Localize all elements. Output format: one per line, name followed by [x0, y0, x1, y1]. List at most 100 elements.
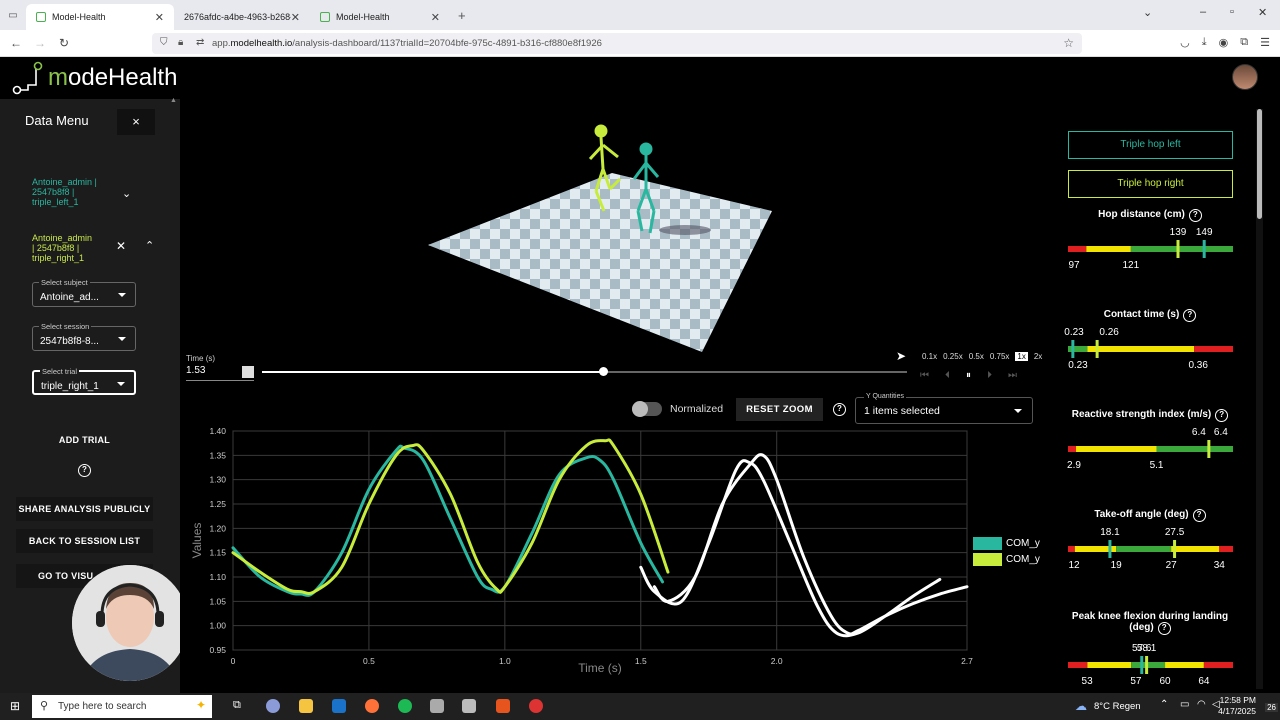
notification-badge[interactable]: 26	[1265, 703, 1278, 712]
favicon-icon	[320, 12, 330, 22]
new-tab-icon[interactable]: +	[458, 8, 466, 23]
collapse-chevron-icon[interactable]: ⌃	[145, 239, 154, 252]
speed-option-3[interactable]: 0.75x	[990, 352, 1010, 361]
back-icon[interactable]: ←	[4, 36, 28, 50]
weather-icon: ☁	[1075, 699, 1087, 713]
close-menu-button[interactable]: ×	[117, 109, 155, 135]
select-subject[interactable]: Select subject Antoine_ad...	[32, 278, 136, 307]
task-view-icon[interactable]: ⧉	[233, 699, 241, 712]
tab-list-icon[interactable]: ▭	[0, 10, 26, 21]
metrics-scrollbar[interactable]	[1256, 109, 1263, 689]
windows-start-icon[interactable]: ⊞	[10, 699, 20, 713]
triple-hop-left-button[interactable]: Triple hop left	[1068, 131, 1233, 159]
copilot-icon[interactable]	[266, 699, 280, 713]
close-window-icon[interactable]: ✕	[1258, 6, 1267, 19]
time-input[interactable]: 1.53	[186, 365, 254, 381]
reset-zoom-button[interactable]: RESET ZOOM	[736, 398, 823, 421]
list-tabs-icon[interactable]: ⌄	[1143, 6, 1152, 19]
metric-threshold-label: 27	[1166, 560, 1178, 571]
metric-title-text: Peak knee flexion during landing (deg)	[1071, 611, 1229, 633]
legend-swatch	[973, 553, 1002, 566]
metric-threshold-label: 60	[1159, 676, 1171, 687]
pocket-icon[interactable]: ◡	[1180, 36, 1190, 49]
file-explorer-icon[interactable]	[299, 699, 313, 713]
y-tick-label: 1.10	[209, 572, 226, 582]
tray-chevron-icon[interactable]: ⌃	[1160, 699, 1168, 710]
speed-option-2[interactable]: 0.5x	[969, 352, 984, 361]
menu-icon[interactable]: ☰	[1260, 36, 1270, 49]
tab-model-health-2[interactable]: Model-Health ✕	[310, 4, 450, 30]
normalized-toggle[interactable]	[632, 401, 662, 417]
select-trial[interactable]: Select trial triple_right_1	[32, 367, 136, 395]
step-back-icon[interactable]: ⏴	[945, 370, 950, 381]
help-icon[interactable]: ?	[78, 464, 91, 477]
legend-item-yellow[interactable]: COM_y	[973, 553, 1040, 566]
y-quantities-help-icon[interactable]: ?	[833, 403, 846, 416]
pause-icon[interactable]: ⏸	[966, 370, 971, 381]
trial-card-left[interactable]: Antoine_admin | 2547b8f8 | triple_left_1…	[16, 177, 153, 211]
minimize-icon[interactable]: –	[1200, 6, 1206, 18]
triple-hop-right-button[interactable]: Triple hop right	[1068, 170, 1233, 198]
y-tick-label: 1.35	[209, 450, 226, 460]
metrics-panel: Triple hop left Triple hop right Hop dis…	[1060, 99, 1265, 693]
speed-option-5[interactable]: 2x	[1034, 352, 1042, 361]
speed-option-4[interactable]: 1x	[1015, 352, 1028, 361]
metric-value-label: 0.26	[1099, 327, 1119, 338]
scroll-up-icon[interactable]: ▲	[170, 97, 177, 104]
close-tab-icon[interactable]: ✕	[431, 11, 440, 24]
help-icon-wrap[interactable]: ?	[78, 459, 91, 477]
3d-scene[interactable]	[180, 99, 1060, 354]
outlook-icon[interactable]	[332, 699, 346, 713]
close-tab-icon[interactable]: ✕	[155, 11, 164, 24]
metrics-scrollbar-thumb[interactable]	[1257, 109, 1262, 219]
metric-threshold-label: 97	[1068, 260, 1080, 271]
metric-threshold-label: 5.1	[1150, 460, 1164, 471]
printer-icon[interactable]	[430, 699, 444, 713]
tab-trial-id[interactable]: 2676afdc-a4be-4963-b268-848 ✕	[174, 4, 310, 30]
extensions-icon[interactable]: ⧉	[1240, 36, 1248, 49]
spotify-icon[interactable]	[398, 699, 412, 713]
shield-icon: ⛉	[160, 37, 168, 48]
skip-start-icon[interactable]: ⏮	[920, 370, 929, 381]
network-icon[interactable]: ▭	[1180, 699, 1189, 710]
account-icon[interactable]: ◉	[1219, 36, 1229, 49]
speed-option-1[interactable]: 0.25x	[943, 352, 963, 361]
download-icon[interactable]: ⤓	[1202, 36, 1207, 49]
user-avatar[interactable]	[1232, 64, 1258, 90]
time-slider[interactable]	[262, 367, 907, 376]
recorder-icon[interactable]	[496, 699, 510, 713]
modelhealth-logo[interactable]: modeHealth	[12, 61, 177, 95]
forward-icon[interactable]: →	[28, 36, 52, 50]
wifi-icon[interactable]: ◠	[1197, 699, 1206, 710]
trial-card-right[interactable]: Antoine_admin | 2547b8f8 | triple_right_…	[16, 233, 154, 267]
reload-icon[interactable]: ↻	[52, 36, 76, 50]
skip-end-icon[interactable]: ⏭	[1008, 370, 1017, 381]
select-session[interactable]: Select session 2547b8f8-8...	[32, 322, 136, 351]
legend-item-teal[interactable]: COM_y	[973, 537, 1040, 550]
share-analysis-button[interactable]: SHARE ANALYSIS PUBLICLY	[16, 497, 153, 521]
add-trial-button[interactable]: ADD TRIAL	[16, 428, 153, 452]
bookmark-star-icon[interactable]: ☆	[1063, 36, 1074, 50]
value-marker	[1173, 540, 1177, 558]
restore-icon[interactable]: ▫	[1230, 6, 1234, 18]
trial-left-label: Antoine_admin | 2547b8f8 | triple_left_1	[32, 177, 97, 207]
expand-chevron-icon[interactable]: ⌄	[122, 187, 131, 200]
remove-trial-icon[interactable]: ✕	[116, 239, 126, 253]
taskbar-clock[interactable]: 12:58 PM 4/17/2025	[1218, 695, 1256, 717]
range-segment	[1087, 662, 1132, 668]
firefox-icon[interactable]	[365, 699, 379, 713]
calculator-icon[interactable]	[462, 699, 476, 713]
close-tab-icon[interactable]: ✕	[291, 11, 300, 24]
chrome-icon[interactable]	[529, 699, 543, 713]
metric-threshold-label: 121	[1123, 260, 1140, 271]
taskbar-search-input[interactable]: ⚲ Type here to search ✦	[32, 695, 212, 718]
url-field[interactable]: ⛉ 🔒︎ ⇄ app. modelhealth.io/analysis-dashb…	[152, 33, 1082, 54]
back-to-session-list-button[interactable]: BACK TO SESSION LIST	[16, 529, 153, 553]
time-spinner-icon[interactable]	[242, 366, 254, 378]
step-forward-icon[interactable]: ⏵	[987, 370, 992, 381]
tab-model-health[interactable]: Model-Health ✕	[26, 4, 174, 30]
time-slider-thumb[interactable]	[598, 367, 608, 376]
speed-option-0[interactable]: 0.1x	[922, 352, 937, 361]
x-tick-label: 1.5	[635, 656, 647, 666]
com-y-plot[interactable]: 0 0.5 1.0 1.5 2.0 2.7 0.95 1.00 1.05 1.10 1.15 1.20…	[180, 419, 1060, 679]
